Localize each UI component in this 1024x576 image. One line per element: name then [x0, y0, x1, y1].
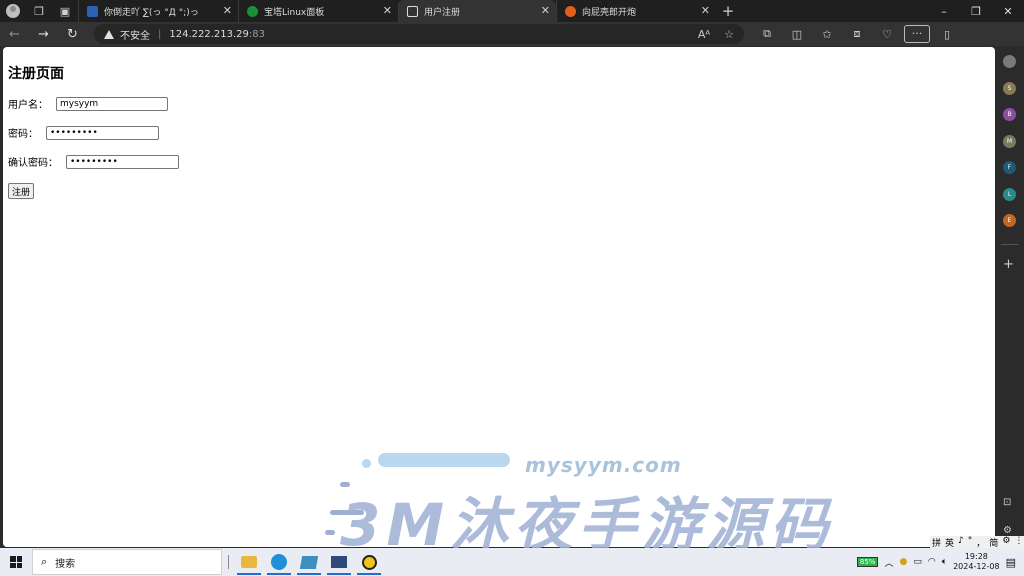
refresh-icon[interactable]: ↻ [58, 27, 87, 42]
tab-title: 宝塔Linux面板 [264, 7, 325, 18]
sidebar-screenshot-icon[interactable]: ⊡ [1003, 497, 1011, 508]
browser-toolbar: ← → ↻ 不安全 | 124.222.213.29:83 Aᴬ ☆ ⧉ ◫ ✩… [0, 22, 1024, 46]
url-host: 124.222.213.29 [169, 28, 249, 40]
sidebar-toggle-icon[interactable]: ▯ [932, 28, 962, 41]
sidebar-app-b[interactable]: B [1003, 108, 1016, 121]
confirm-password-label: 确认密码： [8, 158, 58, 169]
windows-taskbar: ⌕ 搜索 85% ︿ ● ▭ ◠ 🔈︎ 19:28 2024-12-08 ▤ [0, 548, 1024, 576]
watermark-bar [378, 453, 510, 467]
new-tab-button[interactable]: + [716, 2, 740, 20]
app-icon-editor[interactable] [294, 549, 324, 575]
address-bar-actions: Aᴬ ☆ [698, 28, 744, 41]
read-aloud-icon[interactable]: Aᴬ [698, 28, 710, 41]
confirm-password-row: 确认密码： [8, 154, 179, 169]
close-tab-icon[interactable]: ✕ [383, 4, 392, 17]
not-secure-warning-icon [104, 29, 114, 39]
edge-browser-icon[interactable] [264, 549, 294, 575]
sidebar-divider [1001, 244, 1018, 245]
tray-app-icon[interactable]: ● [899, 557, 907, 567]
password-label: 密码： [8, 129, 38, 140]
sidebar-add-icon[interactable]: + [1003, 257, 1014, 272]
battery-indicator[interactable]: 85% [856, 557, 879, 567]
tab-title: 用户注册 [424, 7, 461, 18]
password-row: 密码： [8, 125, 159, 140]
more-menu-icon[interactable]: ··· [904, 25, 930, 43]
register-button[interactable]: 注册 [8, 183, 35, 199]
sidebar-search-icon[interactable] [1003, 55, 1016, 68]
tab-favicon-icon [247, 5, 258, 17]
profile-avatar[interactable] [0, 0, 26, 22]
taskbar-divider [222, 549, 234, 575]
tab-title: 你倒走吖 ∑(っ °Д °;)っ [104, 7, 199, 18]
page-title: 注册页面 [8, 66, 64, 82]
chevron-up-icon[interactable]: ︿ [884, 556, 893, 569]
split-screen-icon[interactable]: ◫ [782, 28, 812, 41]
start-button[interactable] [0, 556, 32, 568]
security-label: 不安全 [120, 30, 150, 42]
favorites-icon[interactable]: ✩ [812, 28, 842, 41]
restore-icon[interactable]: ❐ [960, 5, 992, 18]
workspaces-icon[interactable]: ❒ [26, 0, 52, 22]
tab-favicon-icon [565, 5, 576, 17]
tab-4[interactable]: 向屁壳郎开炮 ✕ [556, 0, 716, 22]
tab-title: 向屁壳郎开炮 [582, 7, 637, 18]
search-label: 搜索 [55, 558, 76, 570]
sidebar-app-l[interactable]: L [1003, 188, 1016, 201]
collections-icon[interactable]: ⧈ [842, 27, 872, 41]
edge-sidebar: S B M F L E + ⊡ ⚙ [995, 47, 1024, 547]
sidebar-app-m[interactable]: M [1003, 135, 1016, 148]
tab-actions-icon[interactable]: ▣ [52, 0, 78, 22]
app-icon-window[interactable] [324, 549, 354, 575]
sidebar-app-s[interactable]: S [1003, 82, 1016, 95]
page-favicon-icon [407, 5, 418, 17]
browser-essentials-icon[interactable]: ♡ [872, 28, 902, 41]
clock[interactable]: 19:28 2024-12-08 [953, 552, 1000, 572]
search-icon: ⌕ [41, 555, 48, 568]
username-row: 用户名： [8, 96, 168, 111]
wifi-icon[interactable]: ◠ [928, 557, 936, 567]
notification-icon[interactable]: ▤ [1006, 556, 1016, 569]
extensions-icon[interactable]: ⧉ [752, 27, 782, 41]
page-viewport: 注册页面 用户名： 密码： 确认密码： 注册 [3, 47, 995, 547]
close-tab-icon[interactable]: ✕ [541, 4, 550, 17]
close-tab-icon[interactable]: ✕ [701, 4, 710, 17]
address-bar[interactable]: 不安全 | 124.222.213.29:83 Aᴬ ☆ [94, 24, 744, 44]
close-window-icon[interactable]: ✕ [992, 5, 1024, 18]
tab-1[interactable]: 你倒走吖 ∑(っ °Д °;)っ ✕ [78, 0, 238, 22]
confirm-password-input[interactable] [66, 154, 179, 169]
tab-favicon-icon [87, 5, 98, 17]
window-controls: – ❐ ✕ [928, 5, 1024, 18]
minimize-icon[interactable]: – [928, 5, 960, 18]
forward-icon[interactable]: → [29, 27, 58, 42]
battery-icon[interactable]: ▭ [913, 557, 922, 567]
app-icon-circle[interactable] [354, 549, 384, 575]
watermark-stroke [325, 530, 335, 535]
toolbar-actions: ⧉ ◫ ✩ ⧈ ♡ ··· ▯ [752, 25, 962, 43]
sidebar-settings-icon[interactable]: ⚙ [1003, 525, 1012, 536]
system-tray: 85% ︿ ● ▭ ◠ 🔈︎ 19:28 2024-12-08 ▤ [856, 552, 1024, 572]
clock-time: 19:28 [964, 552, 988, 561]
file-explorer-icon[interactable] [234, 549, 264, 575]
sidebar-app-f[interactable]: F [1003, 161, 1016, 174]
password-input[interactable] [46, 125, 159, 140]
volume-muted-icon[interactable]: 🔈︎ [942, 557, 947, 567]
tab-3-active[interactable]: 用户注册 ✕ [398, 0, 556, 22]
tab-strip: ❒ ▣ 你倒走吖 ∑(っ °Д °;)っ ✕ 宝塔Linux面板 ✕ 用户注册 … [0, 0, 1024, 22]
username-label: 用户名： [8, 100, 48, 111]
sidebar-app-e[interactable]: E [1003, 214, 1016, 227]
close-tab-icon[interactable]: ✕ [223, 4, 232, 17]
clock-date: 2024-12-08 [953, 562, 1000, 571]
back-icon[interactable]: ← [0, 27, 29, 42]
url-port: :83 [248, 28, 265, 40]
taskbar-search[interactable]: ⌕ 搜索 [32, 549, 222, 575]
watermark-site: mysyym.com [525, 453, 682, 477]
favorite-star-icon[interactable]: ☆ [724, 28, 734, 41]
tab-2[interactable]: 宝塔Linux面板 ✕ [238, 0, 398, 22]
username-input[interactable] [56, 96, 168, 111]
avatar [6, 4, 20, 18]
windows-logo-icon [10, 556, 22, 568]
divider: | [158, 28, 162, 40]
watermark-dot [362, 459, 371, 468]
